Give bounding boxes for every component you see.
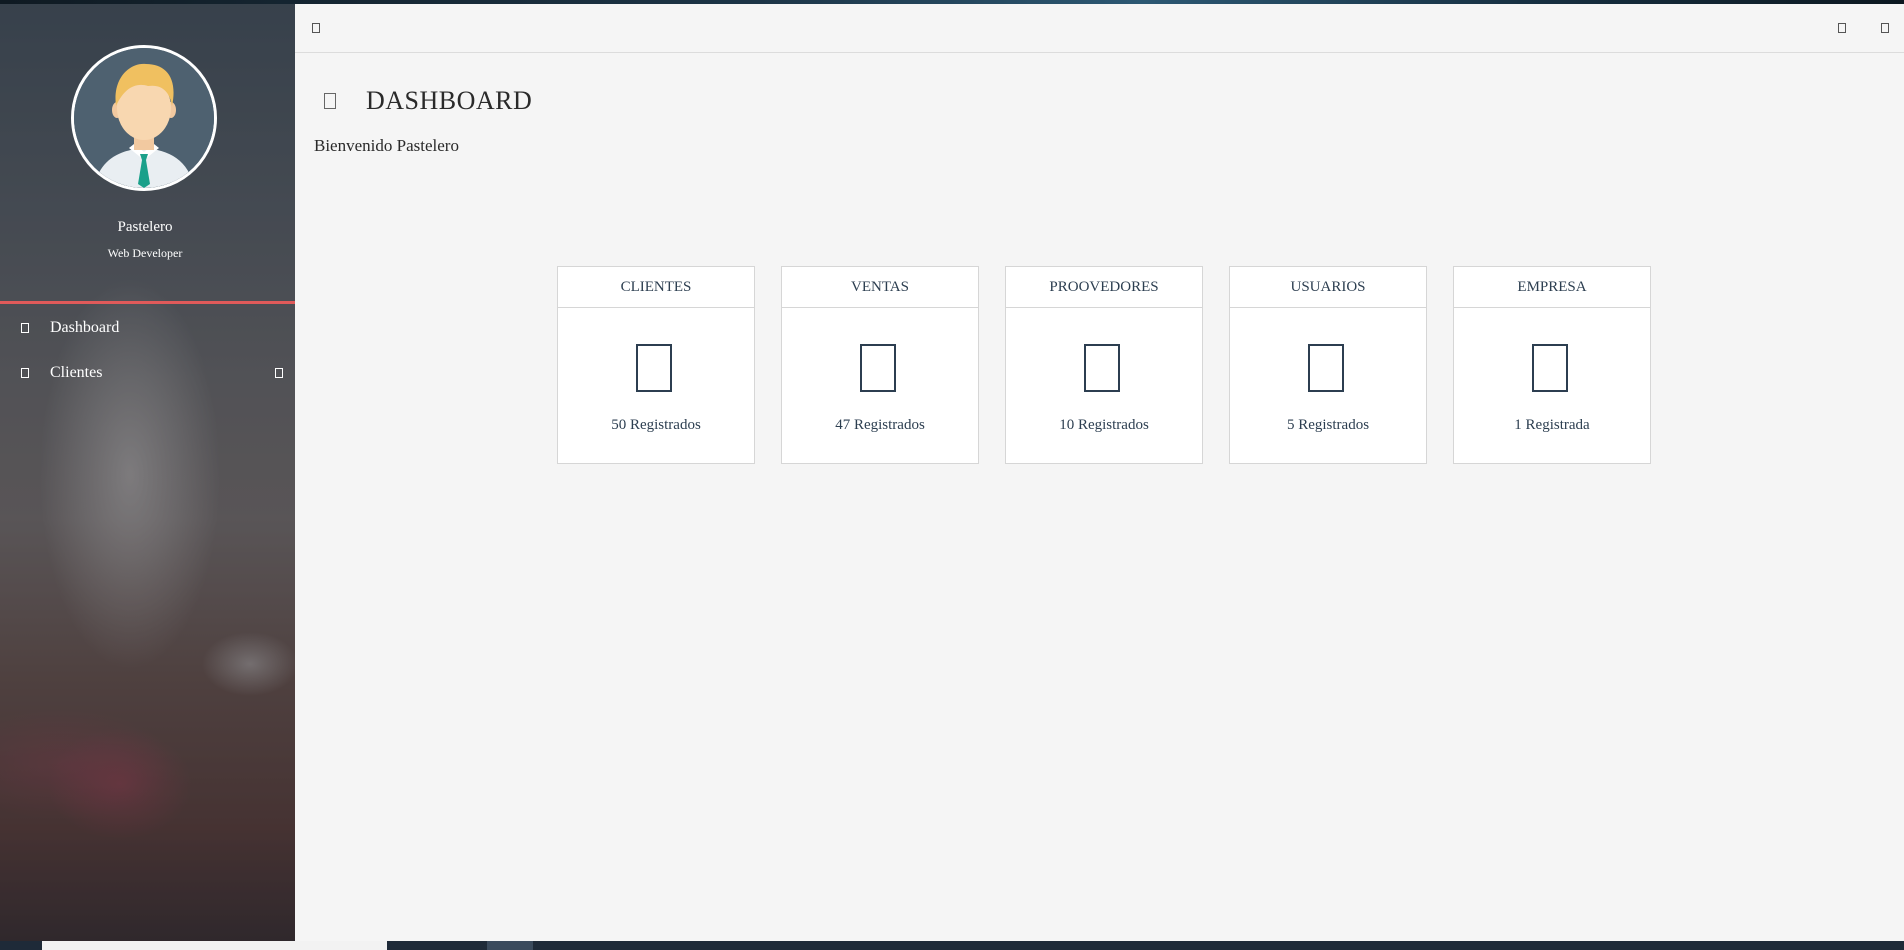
card-count: 5 Registrados: [1286, 417, 1370, 433]
profile-role: Web Developer: [107, 246, 183, 260]
page-header: DASHBOARD: [324, 86, 532, 116]
profile-name: Pastelero: [117, 219, 173, 235]
user-icon: [1308, 344, 1344, 392]
card-ventas[interactable]: VENTAS 47 Registrados: [781, 266, 979, 464]
suppliers-icon: [1084, 344, 1120, 392]
users-icon: [21, 368, 29, 378]
dashboard-icon: [21, 323, 29, 333]
menu-toggle-icon[interactable]: [312, 23, 320, 33]
card-title: CLIENTES: [558, 267, 754, 308]
card-clientes[interactable]: CLIENTES 50 Registrados: [557, 266, 755, 464]
card-usuarios[interactable]: USUARIOS 5 Registrados: [1229, 266, 1427, 464]
card-count: 10 Registrados: [1059, 417, 1149, 433]
card-title: PROOVEDORES: [1006, 267, 1202, 308]
dashboard-icon: [324, 93, 336, 109]
taskbar-app-tab[interactable]: [487, 941, 533, 950]
main-content: DASHBOARD Bienvenido Pastelero CLIENTES …: [295, 4, 1904, 941]
logout-icon[interactable]: [1881, 23, 1889, 33]
topbar: [295, 4, 1904, 53]
card-empresa[interactable]: EMPRESA 1 Registrada: [1453, 266, 1651, 464]
taskbar-search-area[interactable]: [42, 941, 387, 950]
page-title: DASHBOARD: [366, 86, 533, 115]
sidebar-item-dashboard[interactable]: Dashboard: [0, 310, 295, 346]
notifications-icon[interactable]: [1838, 23, 1846, 33]
sales-icon: [860, 344, 896, 392]
sidebar-item-clientes[interactable]: Clientes: [0, 355, 295, 391]
card-count: 50 Registrados: [611, 417, 701, 433]
card-title: VENTAS: [782, 267, 978, 308]
avatar-illustration: [74, 48, 214, 188]
card-title: EMPRESA: [1454, 267, 1650, 308]
clients-icon: [636, 344, 672, 392]
card-count: 47 Registrados: [835, 417, 925, 433]
card-title: USUARIOS: [1230, 267, 1426, 308]
sidebar-divider: [0, 301, 295, 304]
welcome-message: Bienvenido Pastelero: [314, 136, 459, 155]
company-icon: [1532, 344, 1568, 392]
sidebar: Pastelero Web Developer Dashboard Client…: [0, 4, 295, 941]
avatar: [71, 45, 217, 191]
card-proovedores[interactable]: PROOVEDORES 10 Registrados: [1005, 266, 1203, 464]
card-count: 1 Registrada: [1514, 417, 1590, 433]
chevron-icon: [275, 368, 283, 378]
sidebar-item-label: Dashboard: [50, 319, 120, 336]
sidebar-item-label: Clientes: [50, 364, 103, 381]
